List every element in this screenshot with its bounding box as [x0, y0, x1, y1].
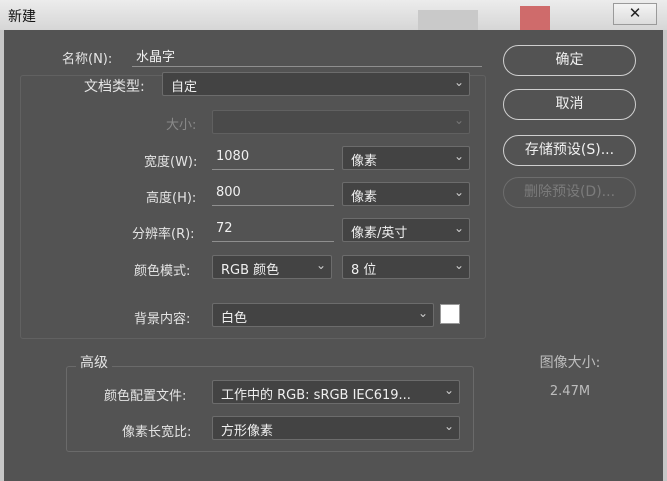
chevron-down-icon: ⌄: [417, 306, 428, 320]
size-label: 大小:: [166, 118, 197, 133]
title-bar: 新建 ✕: [0, 0, 667, 31]
height-label: 高度(H):: [146, 191, 197, 206]
pixel-aspect-value: 方形像素: [221, 424, 274, 439]
width-unit-select[interactable]: 像素 ⌄: [342, 146, 470, 170]
pixel-aspect-select[interactable]: 方形像素 ⌄: [212, 416, 460, 440]
resolution-label: 分辨率(R):: [132, 227, 195, 242]
name-input[interactable]: 水晶字: [132, 43, 482, 67]
chevron-down-icon: ⌄: [315, 258, 326, 272]
pixel-aspect-label: 像素长宽比:: [122, 425, 192, 440]
window-title: 新建: [8, 9, 36, 25]
color-mode-label: 颜色模式:: [134, 264, 191, 279]
size-select: ⌄: [212, 110, 470, 134]
close-button[interactable]: ✕: [613, 3, 657, 25]
chevron-down-icon: ⌄: [453, 75, 464, 89]
save-preset-button[interactable]: 存储预设(S)...: [503, 135, 636, 166]
doc-type-value: 自定: [171, 80, 198, 95]
image-size-value: 2.47M: [549, 384, 591, 399]
window-border-left: [0, 30, 4, 481]
width-input[interactable]: 1080: [212, 146, 334, 170]
background-select[interactable]: 白色 ⌄: [212, 303, 434, 327]
height-unit-value: 像素: [351, 190, 378, 205]
color-mode-value: RGB 颜色: [221, 263, 280, 278]
doc-type-label: 文档类型:: [84, 79, 145, 95]
chevron-down-icon: ⌄: [453, 113, 464, 127]
chevron-down-icon: ⌄: [443, 383, 454, 397]
advanced-heading: 高级: [76, 352, 112, 372]
color-profile-label: 颜色配置文件:: [104, 389, 187, 404]
color-mode-select[interactable]: RGB 颜色 ⌄: [212, 255, 332, 279]
doc-type-select[interactable]: 自定 ⌄: [162, 72, 470, 96]
chevron-down-icon: ⌄: [453, 221, 464, 235]
background-strip: [418, 10, 478, 30]
image-size-label: 图像大小:: [539, 355, 601, 371]
resolution-input[interactable]: 72: [212, 218, 334, 242]
color-profile-select[interactable]: 工作中的 RGB: sRGB IEC619... ⌄: [212, 380, 460, 404]
delete-preset-button: 删除预设(D)...: [503, 177, 636, 208]
chevron-down-icon: ⌄: [453, 258, 464, 272]
bit-depth-select[interactable]: 8 位 ⌄: [342, 255, 470, 279]
resolution-unit-value: 像素/英寸: [351, 226, 408, 241]
background-strip: [520, 6, 550, 30]
color-profile-value: 工作中的 RGB: sRGB IEC619...: [221, 388, 411, 403]
height-unit-select[interactable]: 像素 ⌄: [342, 182, 470, 206]
background-color-swatch[interactable]: [440, 304, 460, 324]
close-icon: ✕: [628, 4, 642, 22]
width-unit-value: 像素: [351, 154, 378, 169]
resolution-unit-select[interactable]: 像素/英寸 ⌄: [342, 218, 470, 242]
name-label: 名称(N):: [62, 52, 113, 67]
ok-button[interactable]: 确定: [503, 45, 636, 76]
cancel-button[interactable]: 取消: [503, 89, 636, 120]
background-label: 背景内容:: [134, 312, 191, 327]
bit-depth-value: 8 位: [351, 263, 377, 278]
window-border-right: [663, 30, 667, 481]
chevron-down-icon: ⌄: [443, 419, 454, 433]
chevron-down-icon: ⌄: [453, 149, 464, 163]
background-value: 白色: [221, 311, 248, 326]
height-input[interactable]: 800: [212, 182, 334, 206]
width-label: 宽度(W):: [144, 155, 198, 170]
chevron-down-icon: ⌄: [453, 185, 464, 199]
